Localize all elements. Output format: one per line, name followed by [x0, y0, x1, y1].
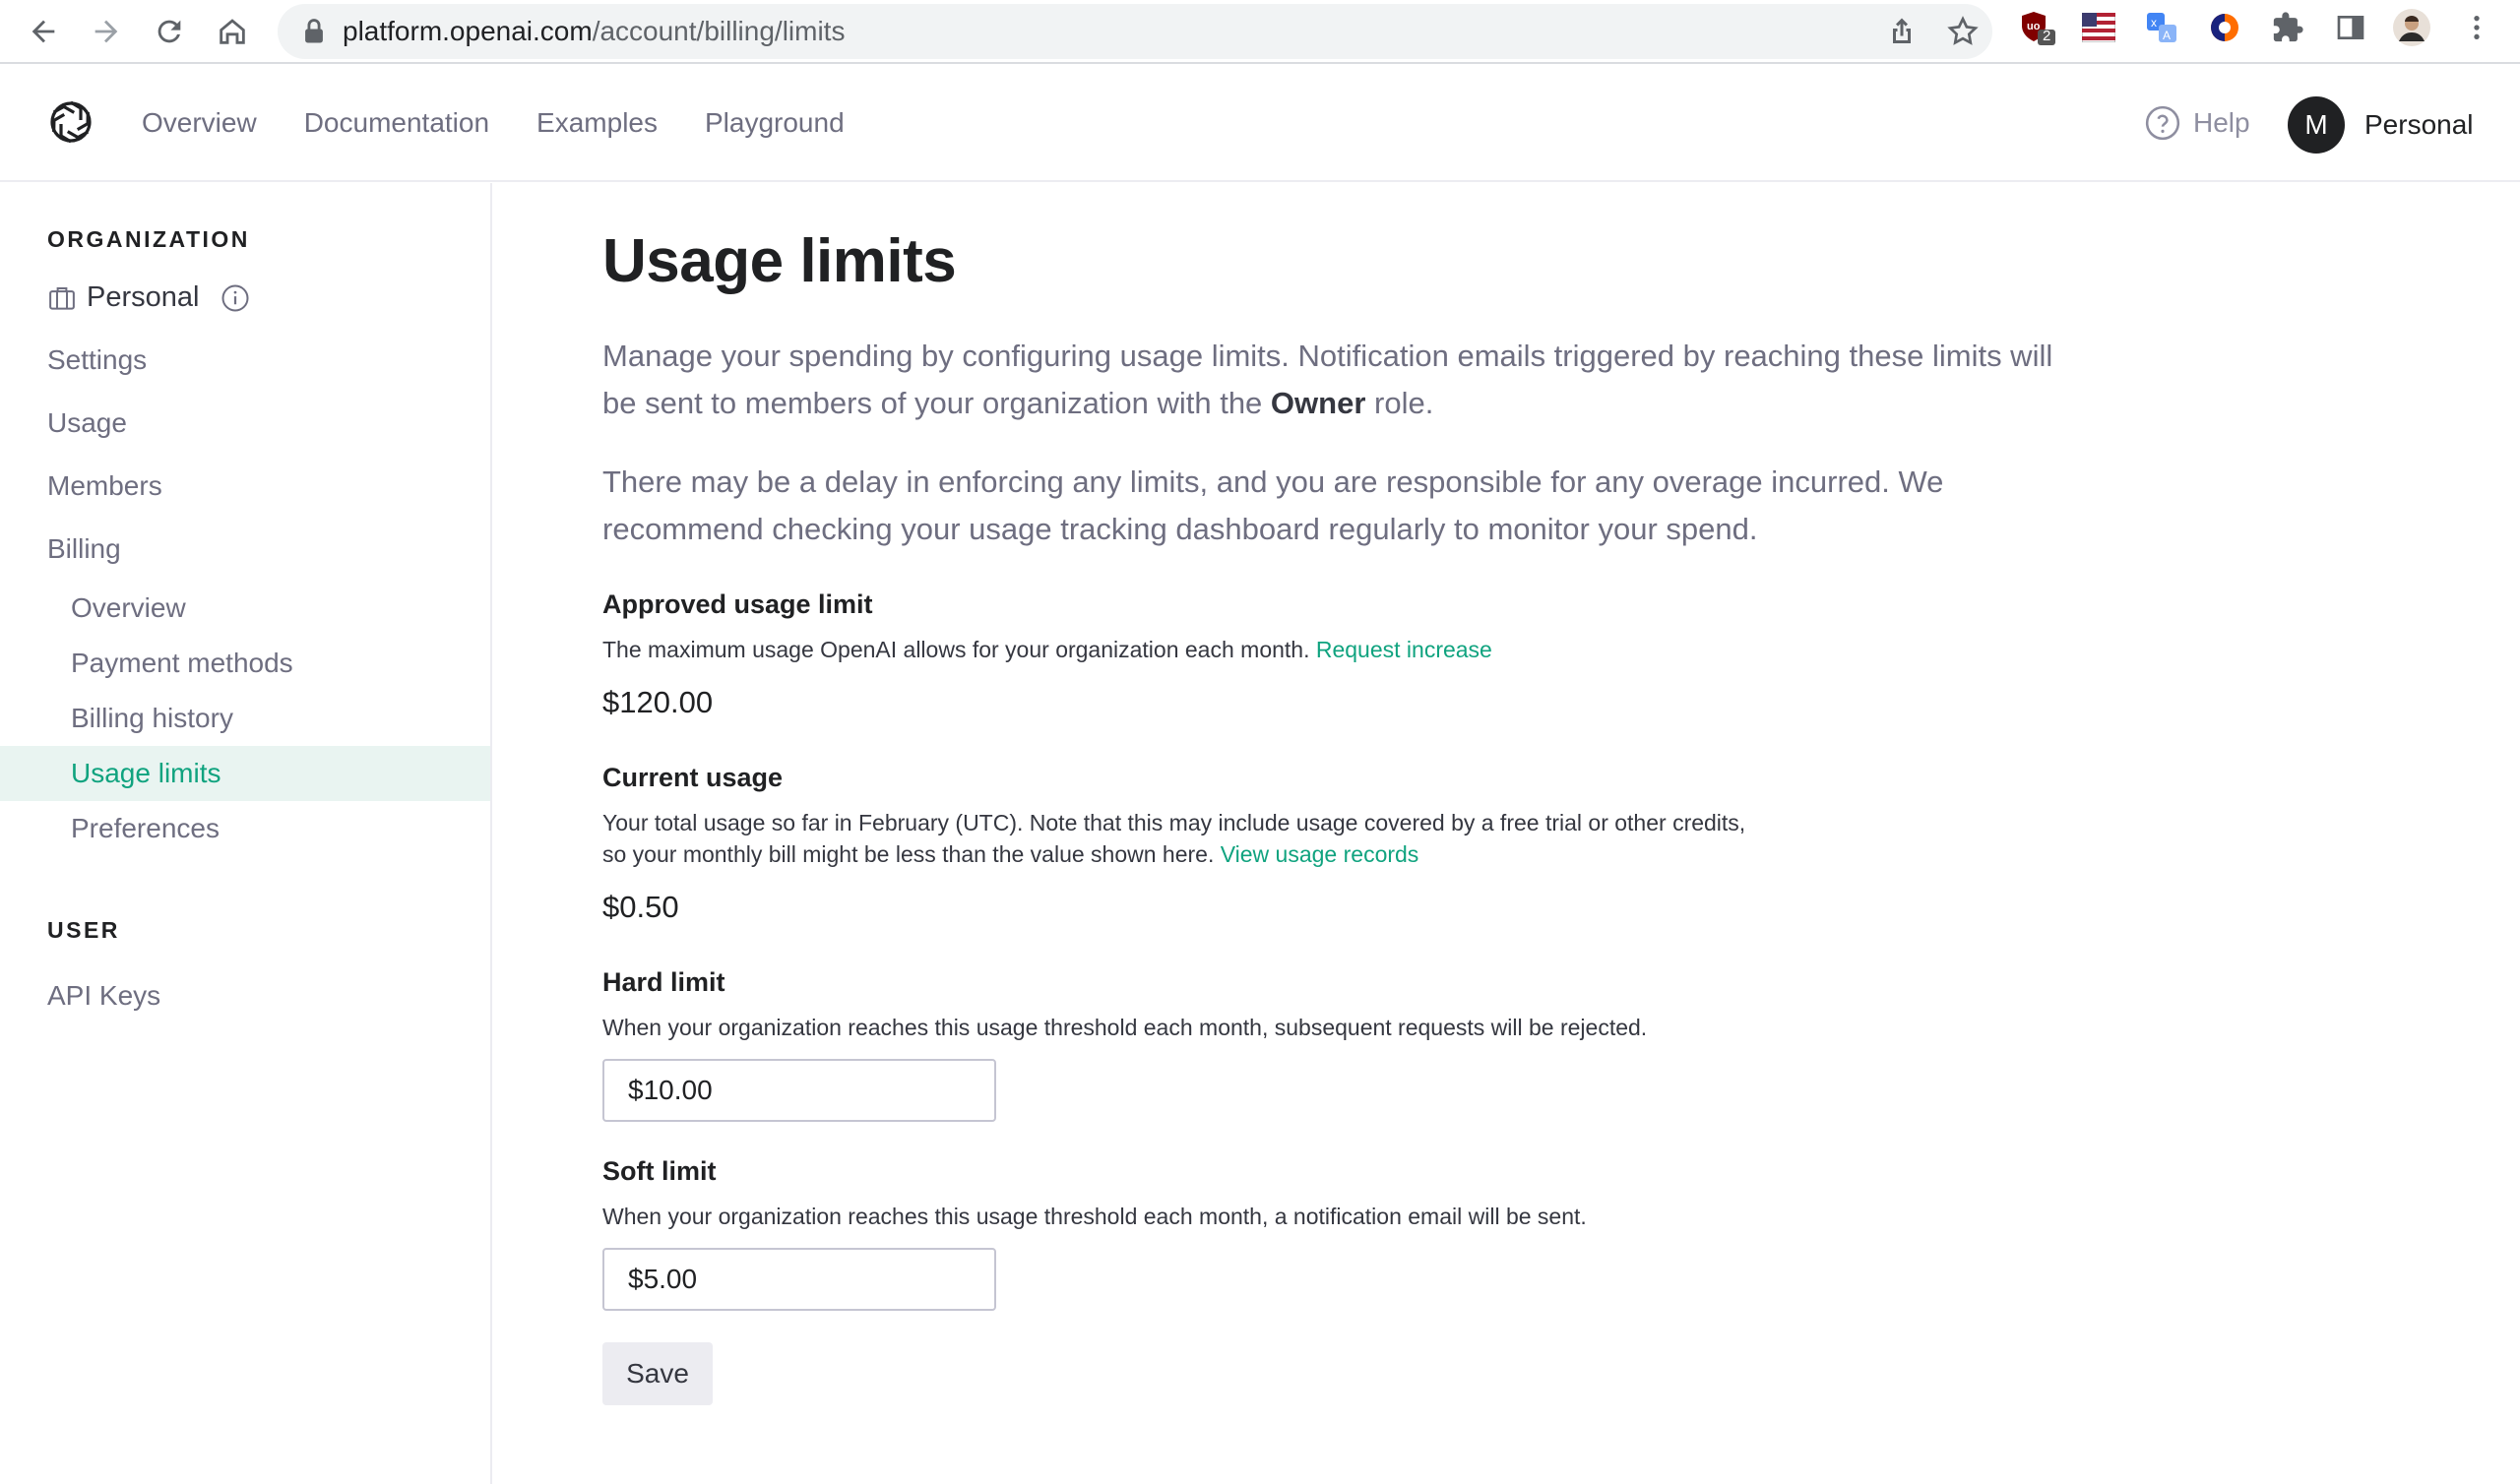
- avatar: M: [2288, 96, 2345, 154]
- ublock-badge: 2: [2043, 28, 2051, 44]
- approved-limit-desc-text: The maximum usage OpenAI allows for your…: [602, 637, 1316, 662]
- sidebar-item-preferences[interactable]: Preferences: [71, 813, 220, 844]
- svg-text:x: x: [2151, 16, 2157, 30]
- side-panel-icon[interactable]: [2331, 8, 2370, 47]
- half-circle-extension-icon[interactable]: [2205, 8, 2244, 47]
- sidebar-org-selector[interactable]: Personal: [47, 281, 250, 314]
- browser-toolbar: platform.openai.com/account/billing/limi…: [0, 0, 2520, 64]
- arrow-right-icon: [94, 20, 118, 43]
- sidebar-heading-user: USER: [47, 917, 120, 943]
- sidebar-org-name: Personal: [87, 281, 200, 313]
- intro-paragraph-delay: There may be a delay in enforcing any li…: [602, 464, 1944, 546]
- svg-text:A: A: [2163, 29, 2171, 42]
- hard-limit-input[interactable]: [602, 1059, 996, 1122]
- help-button[interactable]: Help: [2144, 104, 2250, 142]
- account-menu[interactable]: M Personal: [2288, 96, 2474, 154]
- briefcase-icon: [49, 286, 75, 310]
- owner-role-text: Owner: [1270, 386, 1366, 420]
- sidebar: ORGANIZATION Personal Settings Usage Mem…: [0, 183, 492, 1484]
- reload-icon: [158, 20, 181, 43]
- help-label: Help: [2193, 107, 2250, 138]
- sidebar-item-billing-history[interactable]: Billing history: [71, 703, 233, 734]
- address-bar[interactable]: platform.openai.com/account/billing/limi…: [278, 4, 1992, 59]
- home-icon: [220, 19, 245, 44]
- lock-icon: [305, 19, 323, 43]
- sidebar-item-members[interactable]: Members: [47, 470, 162, 502]
- account-name: Personal: [2364, 109, 2474, 140]
- nav-documentation[interactable]: Documentation: [304, 105, 489, 141]
- sidebar-item-billing[interactable]: Billing: [47, 533, 121, 565]
- arrow-left-icon: [32, 20, 55, 43]
- sidebar-item-billing-overview[interactable]: Overview: [71, 592, 186, 624]
- sidebar-heading-organization: ORGANIZATION: [47, 226, 250, 252]
- top-nav: Overview Documentation Examples Playgrou…: [142, 105, 892, 141]
- current-usage-value: $0.50: [602, 890, 679, 924]
- soft-limit-input[interactable]: [602, 1248, 996, 1311]
- help-circle-icon: [2145, 105, 2180, 141]
- approved-limit-title: Approved usage limit: [602, 589, 873, 619]
- profile-avatar-icon[interactable]: [2392, 8, 2431, 47]
- sidebar-item-usage-limits[interactable]: Usage limits: [71, 758, 220, 789]
- app-header: Overview Documentation Examples Playgrou…: [0, 65, 2520, 182]
- save-button[interactable]: Save: [602, 1342, 713, 1405]
- approved-limit-value: $120.00: [602, 685, 714, 719]
- flag-extension-icon[interactable]: [2079, 8, 2118, 47]
- nav-examples[interactable]: Examples: [536, 105, 658, 141]
- sidebar-item-payment-methods[interactable]: Payment methods: [71, 648, 293, 679]
- current-usage-title: Current usage: [602, 763, 784, 792]
- soft-limit-description: When your organization reaches this usag…: [602, 1204, 1587, 1229]
- request-increase-link[interactable]: Request increase: [1316, 637, 1492, 662]
- ublock-extension-icon[interactable]: uo 2: [2018, 8, 2057, 47]
- info-icon[interactable]: [220, 283, 250, 313]
- soft-limit-title: Soft limit: [602, 1156, 717, 1186]
- current-usage-desc-text: Your total usage so far in February (UTC…: [602, 810, 1746, 867]
- url-text: platform.openai.com/account/billing/limi…: [343, 17, 845, 46]
- view-usage-records-link[interactable]: View usage records: [1221, 841, 1419, 867]
- url-path: /account/billing/limits: [592, 16, 846, 46]
- back-button[interactable]: [20, 8, 67, 55]
- approved-limit-description: The maximum usage OpenAI allows for your…: [602, 634, 1784, 665]
- chrome-menu-icon[interactable]: [2457, 8, 2496, 47]
- intro-text-1-end: role.: [1365, 386, 1434, 420]
- bookmark-star-icon[interactable]: [1945, 14, 1981, 49]
- puzzle-extensions-icon[interactable]: [2268, 8, 2307, 47]
- url-host: platform.openai.com: [343, 16, 593, 46]
- home-button[interactable]: [209, 8, 256, 55]
- sidebar-item-usage[interactable]: Usage: [47, 407, 127, 439]
- sidebar-item-settings[interactable]: Settings: [47, 344, 147, 376]
- share-icon[interactable]: [1884, 14, 1920, 49]
- hard-limit-title: Hard limit: [602, 967, 725, 997]
- reload-button[interactable]: [146, 8, 193, 55]
- current-usage-description: Your total usage so far in February (UTC…: [602, 807, 1764, 870]
- translate-extension-icon[interactable]: xA: [2142, 8, 2181, 47]
- openai-logo-icon[interactable]: [45, 96, 96, 148]
- sidebar-item-api-keys[interactable]: API Keys: [47, 980, 160, 1012]
- forward-button[interactable]: [83, 8, 130, 55]
- hard-limit-description: When your organization reaches this usag…: [602, 1015, 1648, 1040]
- intro-paragraph-owner: Manage your spending by configuring usag…: [602, 333, 2059, 427]
- nav-overview[interactable]: Overview: [142, 105, 257, 141]
- nav-playground[interactable]: Playground: [705, 105, 845, 141]
- page-title: Usage limits: [602, 227, 957, 295]
